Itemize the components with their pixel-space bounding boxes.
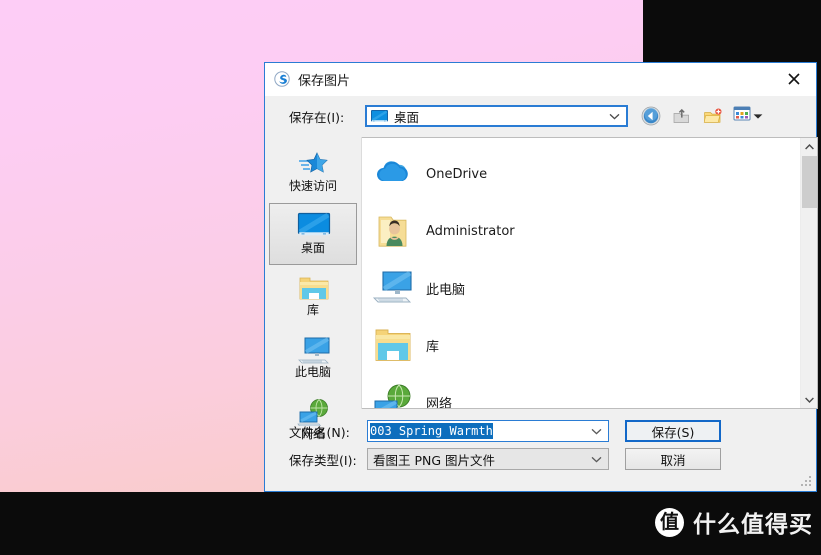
lookin-combobox[interactable]: 桌面 [365, 105, 628, 127]
scroll-up-icon[interactable] [801, 138, 817, 155]
app-swirl-icon [274, 71, 290, 87]
list-item[interactable]: 网络 [362, 374, 800, 409]
list-item[interactable]: 此电脑 [362, 260, 800, 317]
sidebar-item-library[interactable]: 库 [269, 265, 357, 327]
screen-letterbox-bottom [0, 492, 643, 555]
dialog-body: 快速访问 桌面 库 此电脑 网络 OneDrive Administrator … [265, 137, 818, 441]
up-folder-icon[interactable] [671, 105, 693, 127]
sidebar-item-label: 库 [306, 303, 319, 318]
user-folder-icon [372, 212, 414, 252]
lookin-row: 保存在(I): 桌面 [265, 95, 816, 137]
library-folder-icon [372, 326, 414, 366]
dialog-title: 保存图片 [298, 73, 351, 89]
save-image-dialog: 保存图片 保存在(I): 桌面 快速访问 桌面 库 此电脑 网络 OneDriv… [264, 62, 818, 493]
filetype-row: 保存类型(I): 看图王 PNG 图片文件 取消 [265, 447, 818, 471]
desktop-monitor-icon [297, 212, 331, 240]
places-sidebar: 快速访问 桌面 库 此电脑 网络 [265, 137, 362, 441]
sidebar-item-label: 此电脑 [294, 365, 331, 380]
watermark: 值 什么值得买 [655, 505, 813, 539]
dialog-titlebar: 保存图片 [265, 63, 816, 96]
cancel-button[interactable]: 取消 [625, 448, 721, 470]
this-pc-icon [297, 336, 330, 364]
scroll-down-icon[interactable] [801, 391, 817, 408]
chevron-down-icon[interactable] [591, 422, 602, 440]
sidebar-item-label: 快速访问 [288, 179, 337, 194]
save-button[interactable]: 保存(S) [625, 420, 721, 442]
sidebar-item-desktop[interactable]: 桌面 [269, 203, 357, 265]
filename-input[interactable]: 003 Spring Warmth [367, 420, 609, 442]
list-item[interactable]: 库 [362, 317, 800, 374]
filename-label: 文件名(N): [289, 424, 350, 440]
list-item[interactable]: Administrator [362, 203, 800, 260]
lookin-label: 保存在(I): [289, 109, 345, 125]
filetype-label: 保存类型(I): [289, 452, 357, 468]
filename-value: 003 Spring Warmth [370, 423, 493, 439]
resize-grip[interactable] [801, 476, 813, 488]
watermark-text: 什么值得买 [693, 512, 813, 538]
list-item[interactable]: OneDrive [362, 146, 800, 203]
list-item-label: 库 [426, 340, 440, 355]
sidebar-item-this-pc[interactable]: 此电脑 [269, 327, 357, 389]
views-button[interactable] [733, 105, 763, 128]
file-list-scrollbar[interactable] [800, 138, 817, 408]
list-item-label: 此电脑 [426, 283, 466, 298]
dialog-form: 文件名(N): 003 Spring Warmth 保存(S) 保存类型(I):… [265, 415, 818, 493]
scrollbar-thumb[interactable] [802, 156, 817, 208]
quick-access-star-icon [297, 150, 329, 178]
dialog-toolbar [640, 105, 763, 128]
new-folder-icon[interactable] [702, 105, 724, 127]
desktop-monitor-icon [371, 109, 388, 123]
views-chevron-down-icon[interactable] [753, 107, 763, 125]
sidebar-item-label: 桌面 [300, 241, 325, 256]
sidebar-item-quick-access[interactable]: 快速访问 [269, 141, 357, 203]
views-grid-icon [733, 105, 751, 128]
list-item-label: 网络 [426, 397, 453, 409]
back-arrow-icon[interactable] [640, 105, 662, 127]
filetype-value: 看图王 PNG 图片文件 [373, 452, 496, 468]
chevron-down-icon[interactable] [609, 107, 620, 125]
watermark-badge-icon: 值 [655, 507, 684, 537]
list-item-label: Administrator [426, 224, 515, 239]
filename-row: 文件名(N): 003 Spring Warmth 保存(S) [265, 419, 818, 443]
close-icon[interactable] [771, 63, 816, 94]
list-item-label: OneDrive [426, 167, 488, 182]
this-pc-icon [372, 269, 414, 309]
onedrive-cloud-icon [372, 155, 414, 195]
chevron-down-icon[interactable] [591, 450, 602, 468]
network-globe-icon [372, 383, 414, 408]
file-list[interactable]: OneDrive Administrator 此电脑 库 网络 [362, 137, 818, 409]
library-folder-icon [297, 274, 329, 302]
filetype-select[interactable]: 看图王 PNG 图片文件 [367, 448, 609, 470]
lookin-value: 桌面 [394, 109, 420, 125]
